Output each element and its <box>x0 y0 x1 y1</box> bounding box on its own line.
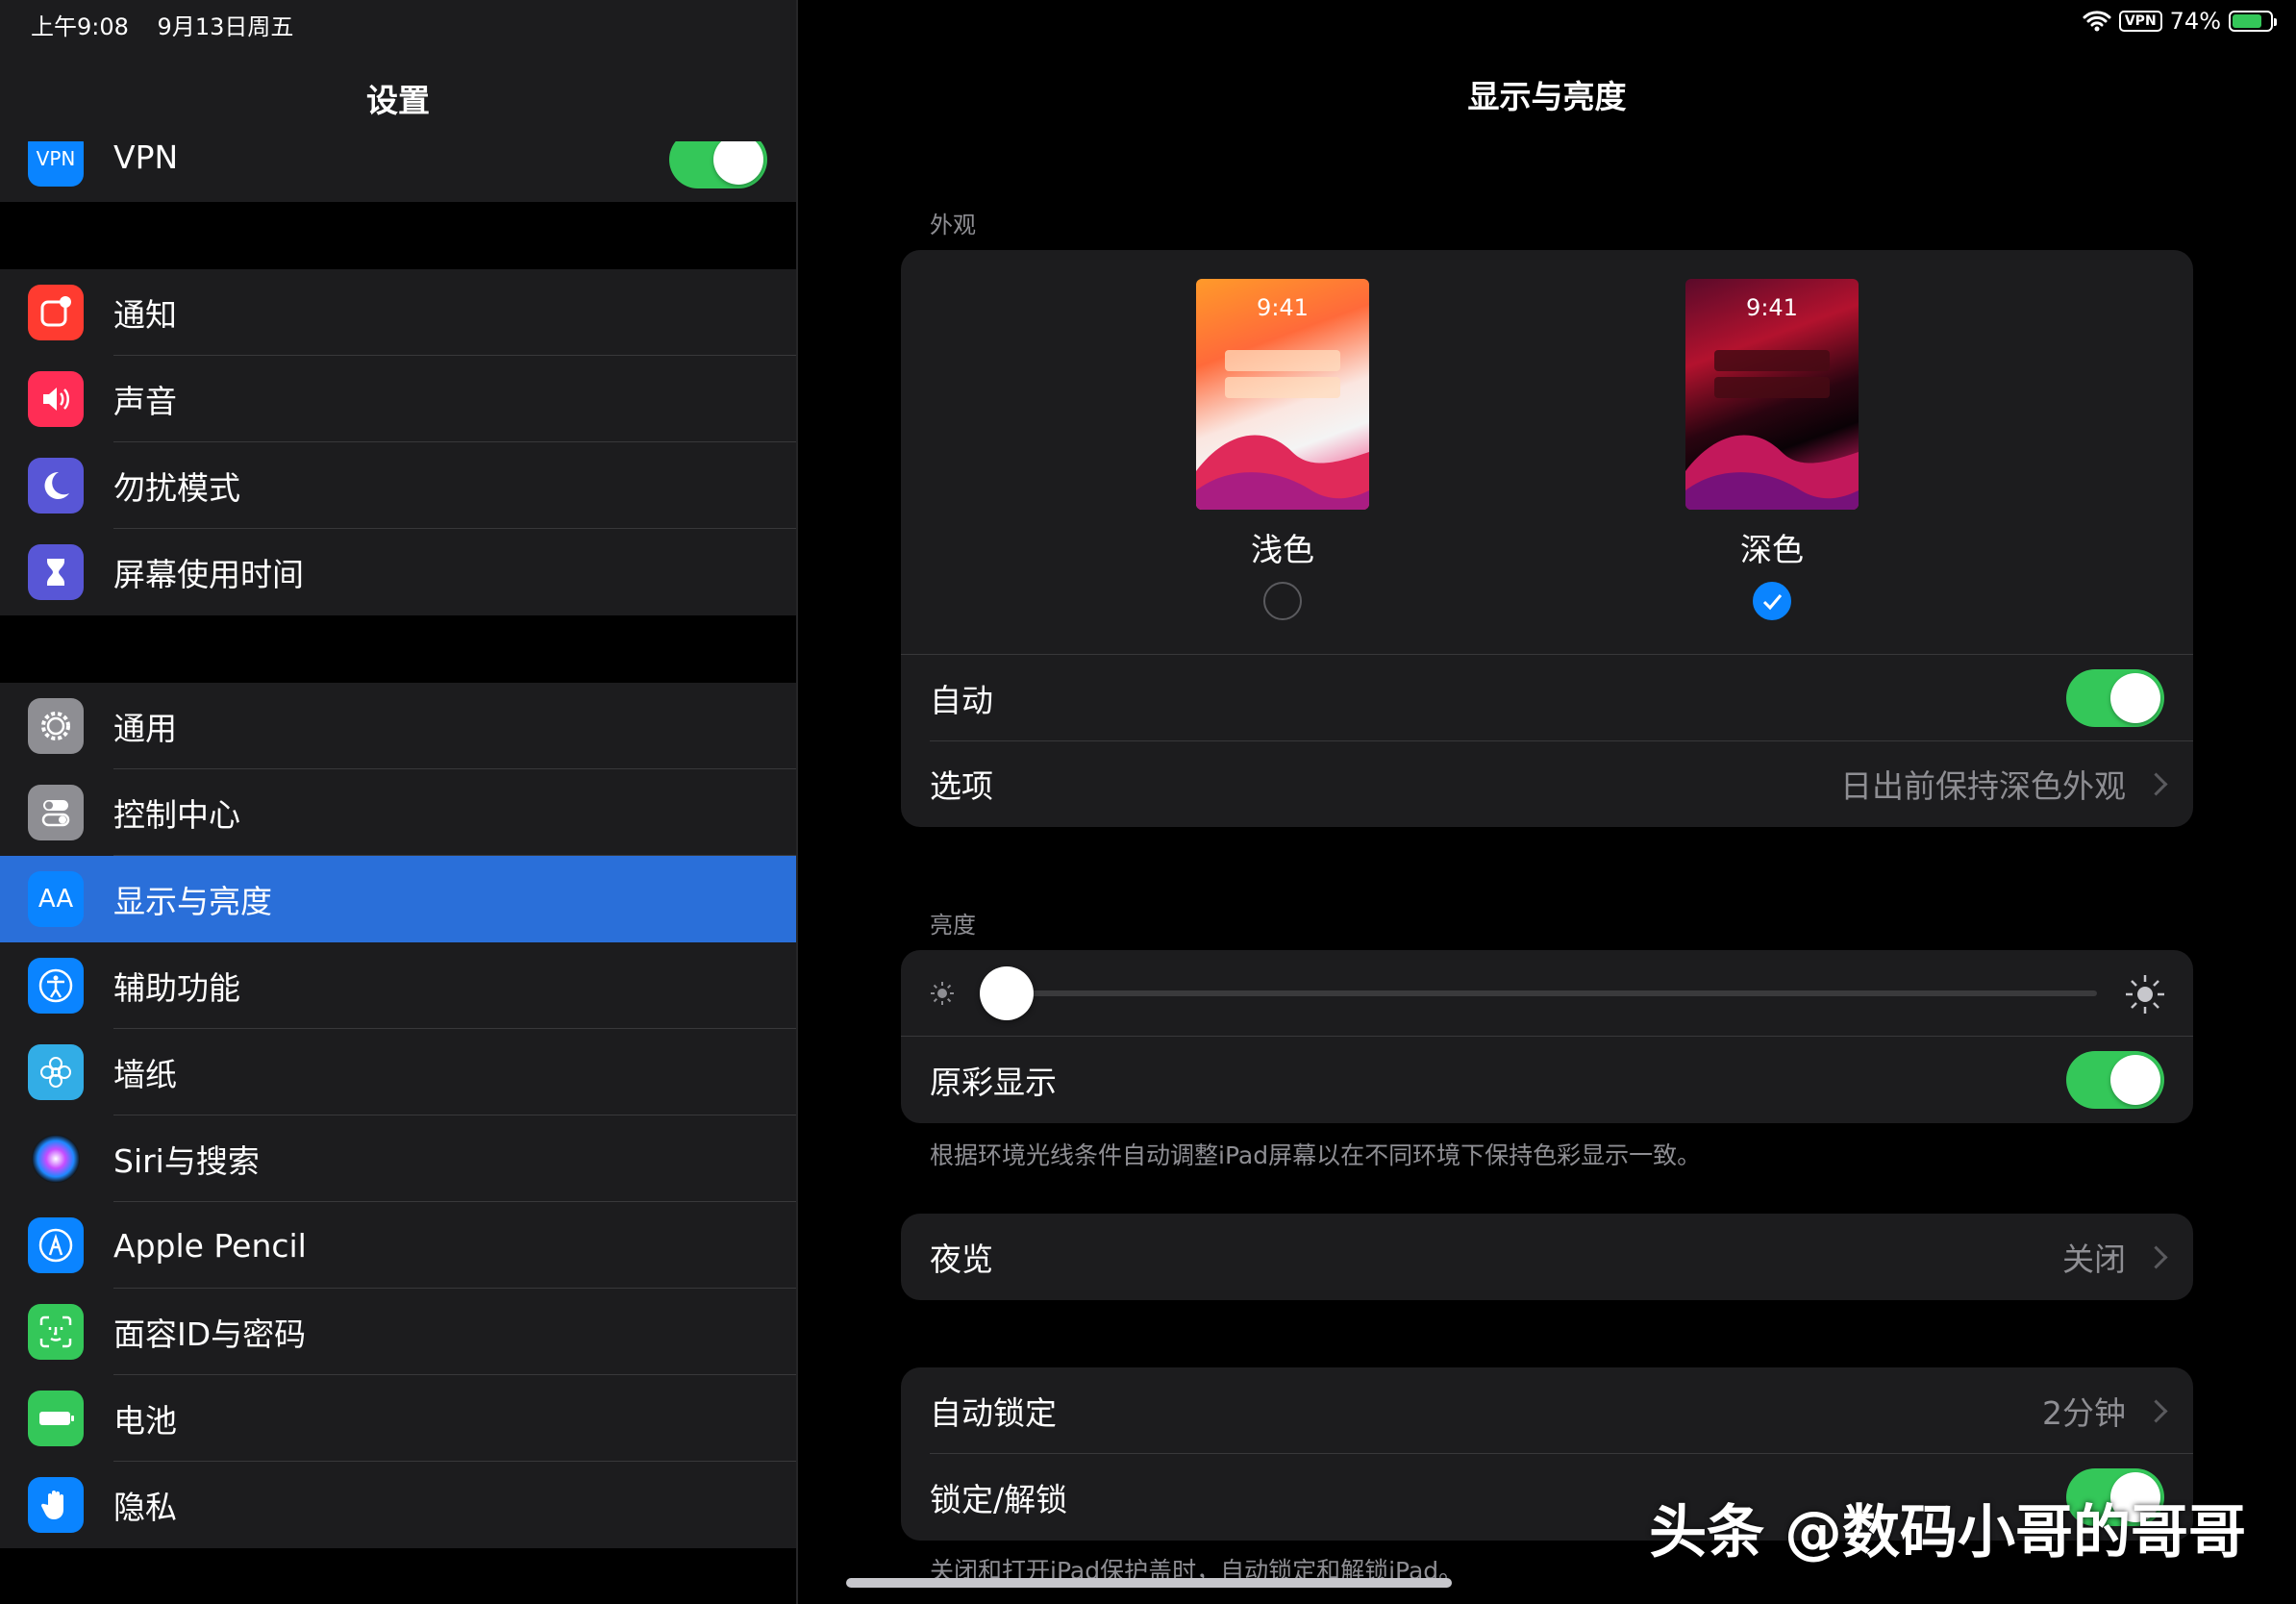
settings-sidebar: 上午9:08 9月13日周五 设置 VPN VPN 通知 声音 勿扰模式 屏幕使… <box>0 0 796 1604</box>
sidebar-item-general[interactable]: 通用 <box>0 683 796 769</box>
night-shift-row[interactable]: 夜览 关闭 <box>901 1214 2193 1300</box>
notification-icon <box>28 285 84 340</box>
sidebar-item-notifications[interactable]: 通知 <box>0 269 796 356</box>
battery-percentage: 74% <box>2169 8 2221 35</box>
general-group: 通用 控制中心 AA 显示与亮度 辅助功能 墙纸 Siri与搜索 Apple P… <box>0 683 796 1548</box>
sidebar-item-label: Siri与搜索 <box>113 1142 260 1180</box>
speaker-icon <box>28 371 84 427</box>
status-bar-left: 上午9:08 9月13日周五 <box>31 8 314 41</box>
sidebar-title: 设置 <box>366 82 430 119</box>
sidebar-item-label: VPN <box>113 138 179 176</box>
text-size-icon: AA <box>28 871 84 927</box>
sidebar-item-label: 隐私 <box>113 1489 177 1526</box>
auto-label: 自动 <box>930 682 993 719</box>
chevron-right-icon <box>2144 771 2168 796</box>
sun-small-icon <box>931 982 954 1005</box>
sidebar-item-siri-search[interactable]: Siri与搜索 <box>0 1115 796 1202</box>
sidebar-item-label: 声音 <box>113 383 177 420</box>
home-indicator[interactable] <box>846 1578 1452 1588</box>
auto-lock-row[interactable]: 自动锁定 2分钟 <box>901 1367 2193 1454</box>
sidebar-item-accessibility[interactable]: 辅助功能 <box>0 942 796 1029</box>
switches-icon <box>28 785 84 840</box>
brightness-row <box>901 950 2193 1037</box>
night-shift-card: 夜览 关闭 <box>901 1214 2193 1300</box>
brightness-card: 原彩显示 <box>901 950 2193 1123</box>
light-label: 浅色 <box>1251 531 1314 568</box>
hand-icon <box>28 1477 84 1533</box>
sidebar-item-do-not-disturb[interactable]: 勿扰模式 <box>0 442 796 529</box>
sidebar-item-battery[interactable]: 电池 <box>0 1375 796 1462</box>
night-shift-value: 关闭 <box>2062 1241 2126 1278</box>
sidebar-item-face-id[interactable]: 面容ID与密码 <box>0 1289 796 1375</box>
dark-label: 深色 <box>1740 531 1804 568</box>
battery-status-icon <box>2229 11 2277 32</box>
brightness-slider-track[interactable] <box>1007 990 2097 996</box>
hourglass-icon <box>28 544 84 600</box>
sidebar-item-label: Apple Pencil <box>113 1226 307 1265</box>
sun-large-icon <box>2126 975 2164 1014</box>
face-id-icon <box>28 1304 84 1360</box>
true-tone-row: 原彩显示 <box>901 1037 2193 1123</box>
sidebar-item-apple-pencil[interactable]: Apple Pencil <box>0 1202 796 1289</box>
notifications-group: 通知 声音 勿扰模式 屏幕使用时间 <box>0 269 796 615</box>
sidebar-item-label: 屏幕使用时间 <box>113 556 304 593</box>
auto-lock-label: 自动锁定 <box>930 1394 1057 1432</box>
status-bar-right: VPN 74% <box>2083 8 2277 35</box>
options-label: 选项 <box>930 767 993 805</box>
sidebar-item-label: 控制中心 <box>113 796 240 834</box>
brightness-section-label: 亮度 <box>930 912 976 939</box>
chevron-right-icon <box>2144 1398 2168 1423</box>
moon-icon <box>28 458 84 514</box>
sidebar-item-label: 墙纸 <box>113 1056 177 1093</box>
dark-preview-image: 9:41 <box>1685 279 1859 510</box>
auto-row: 自动 <box>901 654 2193 741</box>
sidebar-item-label: 通用 <box>113 710 177 747</box>
options-row[interactable]: 选项 日出前保持深色外观 <box>901 740 2193 827</box>
lock-unlock-label: 锁定/解锁 <box>930 1481 1068 1518</box>
options-value: 日出前保持深色外观 <box>1840 767 2126 805</box>
sidebar-item-display-brightness[interactable]: AA 显示与亮度 <box>0 856 796 942</box>
watermark: 头条 @数码小哥的哥哥 <box>1649 1499 2246 1566</box>
sidebar-item-privacy[interactable]: 隐私 <box>0 1462 796 1548</box>
wifi-icon <box>2083 11 2111 32</box>
battery-icon <box>28 1391 84 1446</box>
sidebar-item-wallpaper[interactable]: 墙纸 <box>0 1029 796 1115</box>
appearance-card: 9:41 浅色 9:41 深色 自动 选项 日出前保持深色外观 <box>901 250 2193 827</box>
auto-lock-value: 2分钟 <box>2042 1394 2126 1432</box>
sidebar-item-label: 面容ID与密码 <box>113 1316 307 1353</box>
brightness-slider-knob[interactable] <box>980 966 1034 1020</box>
sidebar-item-label: 电池 <box>113 1402 177 1440</box>
sidebar-item-control-center[interactable]: 控制中心 <box>0 769 796 856</box>
night-shift-label: 夜览 <box>930 1241 993 1278</box>
gear-icon <box>28 698 84 754</box>
appearance-section-label: 外观 <box>930 212 976 238</box>
display-brightness-panel: 显示与亮度 外观 9:41 浅色 9:41 深色 自动 选项 日出前保持深色外观… <box>798 0 2296 1604</box>
true-tone-label: 原彩显示 <box>930 1064 1057 1101</box>
light-radio[interactable] <box>1263 582 1302 620</box>
light-preview-image: 9:41 <box>1196 279 1369 510</box>
sidebar-item-label: 辅助功能 <box>113 969 240 1007</box>
siri-icon <box>28 1131 84 1187</box>
accessibility-icon <box>28 958 84 1014</box>
flower-icon <box>28 1044 84 1100</box>
dark-radio[interactable] <box>1753 582 1791 620</box>
page-title: 显示与亮度 <box>1467 78 1627 115</box>
sidebar-item-label: 勿扰模式 <box>113 469 240 507</box>
sidebar-item-label: 通知 <box>113 296 177 334</box>
chevron-right-icon <box>2144 1244 2168 1269</box>
status-time: 上午9:08 <box>31 13 129 40</box>
sidebar-item-label: 显示与亮度 <box>113 883 272 920</box>
true-tone-toggle[interactable] <box>2066 1051 2164 1109</box>
vpn-status-badge: VPN <box>2118 11 2162 32</box>
sidebar-item-screen-time[interactable]: 屏幕使用时间 <box>0 529 796 615</box>
checkmark-icon <box>1762 594 1783 611</box>
status-date: 9月13日周五 <box>157 13 294 40</box>
true-tone-footnote: 根据环境光线条件自动调整iPad屏幕以在不同环境下保持色彩显示一致。 <box>930 1141 1702 1169</box>
pencil-icon <box>28 1217 84 1273</box>
auto-toggle[interactable] <box>2066 669 2164 727</box>
sidebar-header: 上午9:08 9月13日周五 设置 <box>0 0 796 141</box>
sidebar-item-sounds[interactable]: 声音 <box>0 356 796 442</box>
